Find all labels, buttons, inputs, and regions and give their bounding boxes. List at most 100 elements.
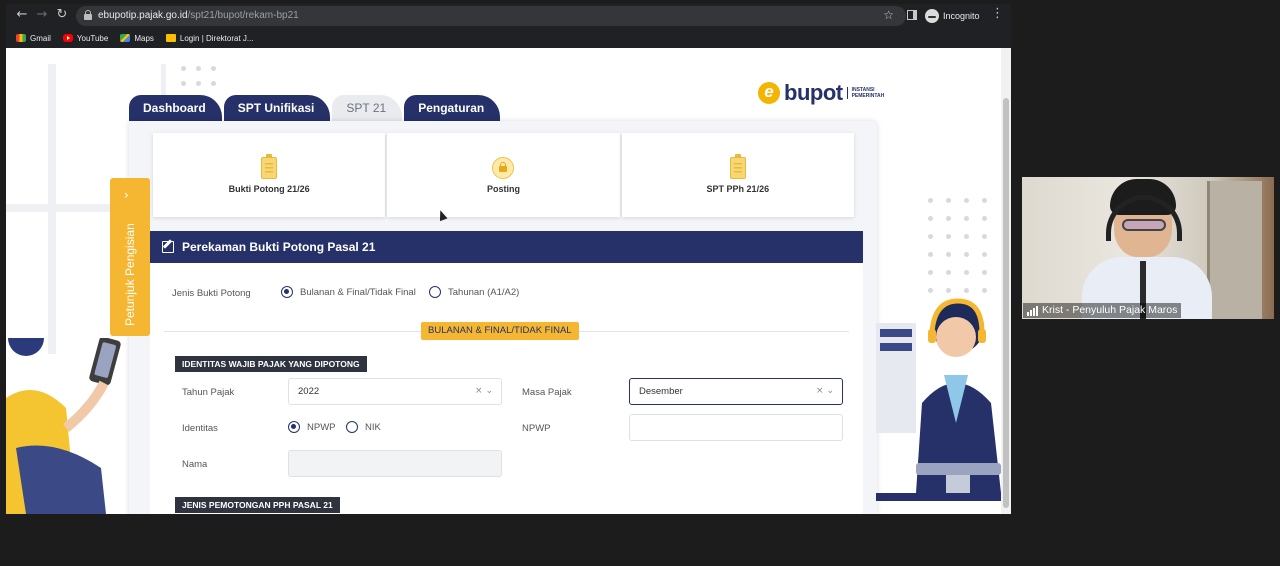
bookmark-youtube[interactable]: YouTube — [62, 33, 109, 43]
clear-chevron-icon[interactable]: × ⌄ — [816, 379, 834, 404]
page-scrollbar[interactable] — [1001, 48, 1011, 514]
tab-dashboard[interactable]: Dashboard — [129, 95, 222, 121]
npwp-label: NPWP — [522, 423, 551, 434]
window-pane — [6, 64, 48, 204]
identitas-section-tag: IDENTITAS WAJIB PAJAK YANG DIPOTONG — [175, 356, 367, 372]
gmail-icon — [16, 34, 26, 42]
incognito-badge[interactable]: Incognito — [925, 7, 980, 24]
card-label: SPT PPh 21/26 — [706, 183, 770, 194]
bookmark-gmail[interactable]: Gmail — [16, 34, 51, 43]
lock-icon — [84, 10, 92, 20]
bukti-potong-form: Jenis Bukti Potong Bulanan & Final/Tidak… — [150, 263, 863, 514]
radio-unchecked-icon — [429, 286, 441, 298]
incognito-icon — [925, 8, 939, 23]
masa-pajak-label: Masa Pajak — [522, 387, 572, 398]
logo-letter: e — [758, 82, 780, 104]
bookmark-icon — [165, 34, 176, 42]
window-pane — [6, 212, 48, 354]
radio-label: NIK — [365, 421, 381, 433]
bookmark-label: YouTube — [76, 33, 109, 43]
identitas-label: Identitas — [182, 423, 218, 434]
radio-label: Bulanan & Final/Tidak Final — [300, 286, 416, 298]
browser-window: ← → ↻ ebupotip.pajak.go.id/spt21/bupot/r… — [6, 4, 1011, 514]
card-label: Posting — [486, 183, 520, 194]
call-center-agent-illustration — [876, 298, 1001, 501]
signal-icon — [1027, 305, 1038, 316]
form-title: Perekaman Bukti Potong Pasal 21 — [182, 240, 376, 254]
edit-icon — [162, 241, 174, 253]
address-row: ← → ↻ ebupotip.pajak.go.id/spt21/bupot/r… — [6, 4, 1011, 28]
bookmark-maps[interactable]: Maps — [120, 34, 154, 43]
tab-spt-unifikasi[interactable]: SPT Unifikasi — [223, 95, 331, 121]
main-tabs: Dashboard SPT Unifikasi SPT 21 Pengatura… — [129, 93, 501, 121]
maps-icon — [120, 34, 131, 42]
radio-nik[interactable]: NIK — [346, 421, 381, 433]
masa-pajak-value: Desember — [639, 386, 683, 397]
masa-pajak-select[interactable]: Desember × ⌄ — [629, 378, 843, 405]
radio-label: NPWP — [307, 421, 336, 433]
lock-icon — [492, 156, 515, 179]
bookmark-label: Gmail — [30, 33, 51, 43]
radio-npwp[interactable]: NPWP — [288, 421, 336, 433]
radio-checked-icon — [288, 421, 300, 433]
radio-checked-icon — [281, 286, 293, 298]
jenis-bukti-potong-label: Jenis Bukti Potong — [172, 288, 251, 299]
url-host: ebupotip.pajak.go.id — [98, 10, 188, 21]
tahun-pajak-value: 2022 — [298, 386, 320, 397]
pemotongan-section-tag: JENIS PEMOTONGAN PPH PASAL 21 — [175, 497, 340, 513]
bookmark-label: Login | Direktorat J... — [179, 33, 254, 43]
clipboard-icon — [729, 153, 746, 179]
tahun-pajak-select[interactable]: 2022 × ⌄ — [288, 378, 502, 405]
form-header: Perekaman Bukti Potong Pasal 21 — [150, 231, 863, 263]
nama-input[interactable] — [288, 450, 502, 477]
decorative-dots — [181, 66, 216, 86]
bookmark-star-icon[interactable]: ☆ — [883, 8, 894, 22]
url-text: ebupotip.pajak.go.id/spt21/bupot/rekam-b… — [98, 10, 299, 21]
logo-text: bupot — [784, 80, 843, 105]
clear-chevron-icon[interactable]: × ⌄ — [475, 379, 493, 404]
video-background-door — [1207, 181, 1262, 319]
section-pill: BULANAN & FINAL/TIDAK FINAL — [421, 322, 579, 340]
web-page: e bupot INSTANSI PEMERINTAH Dashboard SPT… — [6, 48, 1011, 514]
side-panel-icon[interactable] — [907, 10, 917, 20]
tahun-pajak-label: Tahun Pajak — [182, 387, 235, 398]
tab-spt-21[interactable]: SPT 21 — [332, 95, 403, 121]
bookmarks-bar: Gmail YouTube Maps Login | Direktorat J.… — [6, 28, 1011, 48]
url-path: /spt21/bupot/rekam-bp21 — [187, 10, 299, 21]
screen: ← → ↻ ebupotip.pajak.go.id/spt21/bupot/r… — [0, 0, 1280, 566]
nama-label: Nama — [182, 459, 208, 470]
ebupot-logo: e bupot INSTANSI PEMERINTAH — [758, 80, 884, 106]
menu-cards: Bukti Potong 21/26 Posting SPT PPh 21/26 — [153, 133, 854, 217]
back-icon[interactable]: ← — [14, 7, 30, 23]
card-spt-pph[interactable]: SPT PPh 21/26 — [621, 133, 854, 217]
clipboard-icon — [261, 153, 278, 179]
tab-pengaturan[interactable]: Pengaturan — [404, 95, 501, 121]
video-tile: Krist - Penyuluh Pajak Maros — [1022, 177, 1274, 319]
reload-icon[interactable]: ↻ — [54, 7, 70, 23]
card-posting[interactable]: Posting — [387, 133, 620, 217]
menu-icon[interactable]: ⋮ — [991, 6, 1004, 21]
decorative-dots — [928, 198, 987, 293]
address-bar[interactable]: ebupotip.pajak.go.id/spt21/bupot/rekam-b… — [76, 6, 906, 26]
chevron-right-icon: › — [124, 188, 129, 202]
radio-bulanan[interactable]: Bulanan & Final/Tidak Final — [281, 286, 416, 298]
incognito-label: Incognito — [943, 10, 980, 21]
participant-name: Krist - Penyuluh Pajak Maros — [1042, 304, 1178, 316]
participant-name-badge: Krist - Penyuluh Pajak Maros — [1023, 303, 1182, 318]
forward-icon[interactable]: → — [34, 7, 50, 23]
participant-glasses — [1122, 219, 1166, 231]
youtube-icon — [62, 34, 73, 42]
card-bukti-potong[interactable]: Bukti Potong 21/26 — [153, 133, 386, 217]
bookmark-label: Maps — [134, 33, 154, 43]
card-label: Bukti Potong 21/26 — [228, 183, 310, 194]
petunjuk-pengisian-tab[interactable]: › Petunjuk Pengisian — [110, 178, 150, 336]
npwp-input[interactable] — [629, 414, 843, 441]
side-tab-label: Petunjuk Pengisian — [123, 223, 137, 327]
radio-label: Tahunan (A1/A2) — [448, 286, 520, 298]
person-with-phone-illustration — [6, 338, 121, 514]
scrollbar-thumb[interactable] — [1003, 98, 1009, 508]
radio-tahunan[interactable]: Tahunan (A1/A2) — [429, 286, 519, 298]
bookmark-login[interactable]: Login | Direktorat J... — [165, 33, 254, 43]
radio-unchecked-icon — [346, 421, 358, 433]
logo-subtitle: INSTANSI PEMERINTAH — [846, 87, 884, 99]
